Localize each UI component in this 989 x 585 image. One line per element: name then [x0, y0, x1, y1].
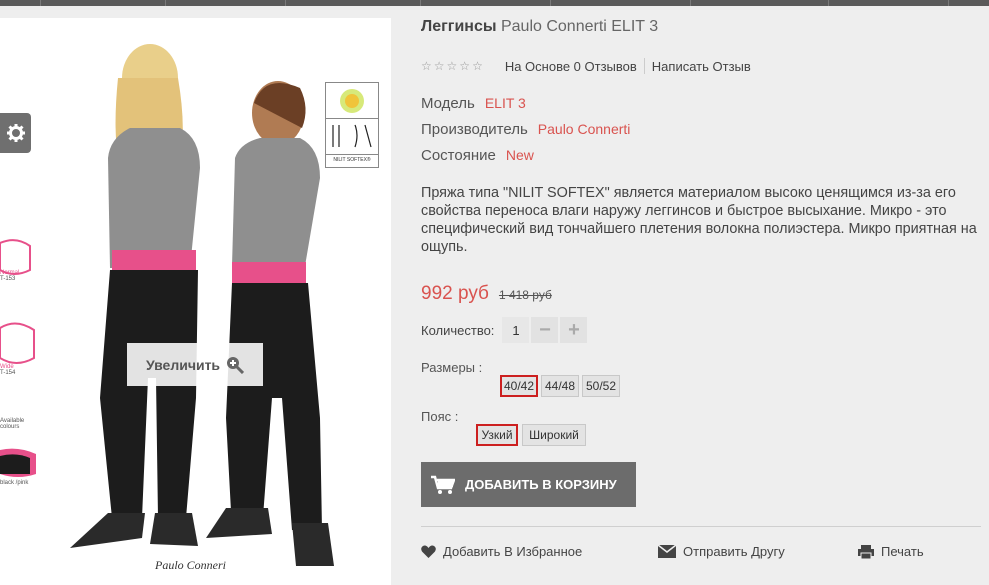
add-to-cart-button[interactable]: ДОБАВИТЬ В КОРЗИНУ	[421, 462, 636, 507]
envelope-icon	[658, 545, 676, 558]
product-title: Леггинсы Paulo Connerti ELIT 3	[421, 18, 658, 36]
available-colours-label: Available colours	[0, 418, 25, 430]
heart-icon	[421, 545, 436, 558]
size-wide-label: Wide T-154	[0, 364, 16, 376]
quantity-input[interactable]: 1	[502, 317, 530, 343]
price-new: 992 руб	[421, 283, 489, 304]
cert-label: NILIT SOFTEX®	[333, 157, 371, 163]
cart-icon	[431, 475, 455, 494]
rating-stars: ☆ ☆ ☆ ☆ ☆	[421, 59, 483, 73]
wishlist-label: Добавить В Избранное	[443, 544, 583, 559]
manufacturer-link[interactable]: Paulo Connerti	[538, 121, 631, 137]
send-label: Отправить Другу	[683, 544, 785, 559]
price-row: 992 руб 1 418 руб	[421, 283, 552, 305]
plus-icon: +	[568, 318, 580, 341]
belt-option-narrow[interactable]: Узкий	[476, 424, 518, 446]
print-link[interactable]: Печать	[858, 544, 924, 559]
quantity-label: Количество:	[421, 322, 495, 338]
belt-option-wide[interactable]: Широкий	[522, 424, 586, 446]
size-option-44-48[interactable]: 44/48	[541, 375, 579, 397]
star-icon: ☆	[472, 59, 483, 73]
size-option-40-42[interactable]: 40/42	[500, 375, 538, 397]
product-description: Пряжа типа "NILIT SOFTEX" является матер…	[421, 185, 977, 255]
black-pink-label: black /pink	[0, 480, 29, 486]
quantity-row: Количество: 1 − +	[421, 317, 588, 343]
size-option-50-52[interactable]: 50/52	[582, 375, 620, 397]
add-to-wishlist-link[interactable]: Добавить В Избранное	[421, 544, 582, 559]
nilit-certificate-badge: NILIT SOFTEX®	[325, 82, 379, 168]
zoom-label: Увеличить	[145, 356, 221, 373]
star-icon: ☆	[433, 59, 445, 73]
quantity-plus-button[interactable]: +	[560, 317, 588, 343]
model-value[interactable]: ELIT 3	[485, 95, 526, 111]
size-normal-label: Normal T-153	[0, 270, 20, 282]
write-review-link[interactable]: Написать Отзыв	[652, 59, 751, 74]
price-old: 1 418 руб	[498, 288, 552, 302]
title-main: Леггинсы	[421, 18, 497, 35]
sizes-label: Размеры :	[421, 360, 483, 375]
separator	[643, 58, 645, 74]
quantity-minus-button[interactable]: −	[531, 317, 559, 343]
condition-value: New	[505, 147, 534, 163]
zoom-in-icon	[227, 356, 245, 374]
rating-row: ☆ ☆ ☆ ☆ ☆ На Основе 0 Отзывов Написать О…	[421, 58, 751, 74]
settings-gear-button[interactable]	[0, 113, 31, 153]
minus-icon: −	[539, 318, 551, 341]
star-icon: ☆	[446, 59, 458, 73]
add-to-cart-label: ДОБАВИТЬ В КОРЗИНУ	[465, 477, 617, 492]
spec-condition: Состояние New	[421, 147, 534, 164]
product-image[interactable]: NILIT SOFTEX® Normal T-153 Wide T-154 Av…	[0, 18, 391, 585]
manufacturer-label: Производитель	[421, 121, 528, 138]
belt-label: Пояс :	[421, 409, 459, 424]
zoom-button[interactable]: Увеличить	[127, 343, 263, 386]
star-icon: ☆	[459, 59, 471, 73]
printer-icon	[858, 544, 874, 559]
brand-signature: Paulo Conneri	[155, 558, 226, 572]
gear-icon	[6, 124, 25, 142]
spec-model: Модель ELIT 3	[421, 95, 526, 112]
top-nav-strip	[0, 0, 989, 6]
print-label: Печать	[881, 544, 924, 559]
star-icon: ☆	[421, 59, 432, 73]
reviews-count-link[interactable]: На Основе 0 Отзывов	[505, 59, 637, 74]
divider	[421, 526, 981, 527]
condition-label: Состояние	[421, 147, 496, 164]
send-to-friend-link[interactable]: Отправить Другу	[658, 544, 785, 559]
model-label: Модель	[421, 95, 475, 112]
spec-manufacturer: Производитель Paulo Connerti	[421, 121, 630, 138]
title-rest: Paulo Connerti ELIT 3	[500, 18, 659, 35]
